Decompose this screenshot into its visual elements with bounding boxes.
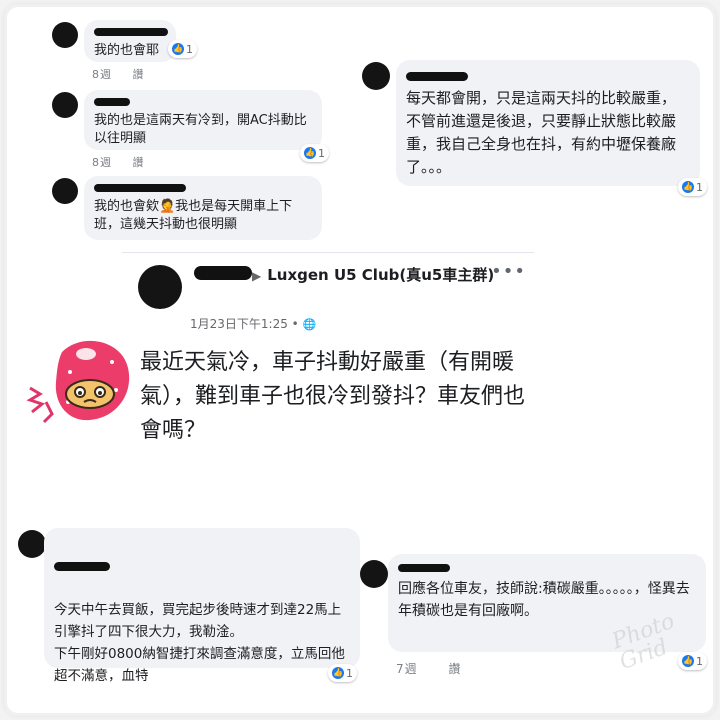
comment-age: 8週 xyxy=(92,68,112,81)
comment-text: 今天中午去買飯，買完起步後時速才到達22馬上引擎抖了四下很大力，我勒淦。 下午剛… xyxy=(54,602,345,684)
avatar[interactable] xyxy=(18,530,46,558)
avatar[interactable] xyxy=(52,178,78,204)
like-count[interactable]: 👍 1 xyxy=(168,40,197,58)
comment-text: 回應各位車友，技師說:積碳嚴重。。。。。，怪異去年積碳也是有回廠啊。 xyxy=(398,581,690,619)
like-icon: 👍 xyxy=(304,147,316,159)
like-count[interactable]: 👍 1 xyxy=(678,178,707,196)
comment-bubble: 每天都會開，只是這兩天抖的比較嚴重，不管前進還是後退，只要靜止狀態比較嚴重，我自… xyxy=(396,60,700,186)
group-link[interactable]: Luxgen U5 Club(真u5車主群) xyxy=(267,266,494,284)
comment-bubble: 我的也會欸🤦我也是每天開車上下班，這幾天抖動也很明顯 xyxy=(84,176,322,240)
comment-age: 8週 xyxy=(92,156,112,169)
like-count[interactable]: 👍 1 xyxy=(678,652,707,670)
avatar[interactable] xyxy=(362,62,390,90)
like-count[interactable]: 👍 1 xyxy=(300,144,329,162)
strawberry-sticker xyxy=(26,340,130,424)
redacted-name xyxy=(406,72,468,81)
comment-meta: 8週 讚 xyxy=(92,154,161,170)
comment-text: 我的也會欸🤦我也是每天開車上下班，這幾天抖動也很明顯 xyxy=(94,199,293,232)
like-icon: 👍 xyxy=(332,667,344,679)
redacted-name xyxy=(398,564,450,572)
redacted-name xyxy=(94,184,186,192)
post-body: 最近天氣冷，車子抖動好嚴重（有開暖氣），難到車子也很冷到發抖？車友們也會嗎？ xyxy=(140,350,526,443)
collage-frame: 我的也會耶 👍 1 8週 讚 我的也是這兩天有冷到，開AC抖動比以往明顯 👍 1… xyxy=(4,4,716,716)
post-timestamp[interactable]: 1月23日下午1:25 • 🌐 xyxy=(190,315,316,332)
like-icon: 👍 xyxy=(172,43,184,55)
comment-bubble: 今天中午去買飯，買完起步後時速才到達22馬上引擎抖了四下很大力，我勒淦。 下午剛… xyxy=(44,528,360,684)
comment-bubble: 我的也是這兩天有冷到，開AC抖動比以往明顯 xyxy=(84,90,322,150)
like-icon: 👍 xyxy=(682,655,694,667)
comment-text: 每天都會開，只是這兩天抖的比較嚴重，不管前進還是後退，只要靜止狀態比較嚴重，我自… xyxy=(406,89,677,176)
avatar[interactable] xyxy=(360,560,388,588)
comment-text: 我的也是這兩天有冷到，開AC抖動比以往明顯 xyxy=(94,113,307,146)
globe-icon: 🌐 xyxy=(302,318,317,331)
avatar[interactable] xyxy=(52,22,78,48)
comment-bubble: 我的也會耶 xyxy=(84,20,176,62)
like-count[interactable]: 👍 1 xyxy=(328,664,357,682)
like-link[interactable]: 讚 xyxy=(133,156,145,169)
like-link[interactable]: 讚 xyxy=(133,68,145,81)
redacted-name xyxy=(94,98,130,106)
redacted-name xyxy=(54,562,110,571)
more-options-icon[interactable]: ••• xyxy=(491,261,526,282)
author-avatar[interactable] xyxy=(138,265,182,309)
arrow-icon: ▶ xyxy=(252,269,262,283)
comment-meta: 8週 讚 xyxy=(92,66,161,82)
avatar[interactable] xyxy=(52,92,78,118)
redacted-name xyxy=(94,28,168,36)
like-link[interactable]: 讚 xyxy=(448,662,461,676)
like-icon: 👍 xyxy=(682,181,694,193)
comment-text: 我的也會耶 xyxy=(94,43,160,58)
shock-lines-icon xyxy=(26,386,54,424)
comment-meta: 7週 讚 xyxy=(396,660,477,677)
comment-age: 7週 xyxy=(396,662,418,676)
post-header: ▶ Luxgen U5 Club(真u5車主群) xyxy=(190,265,508,287)
